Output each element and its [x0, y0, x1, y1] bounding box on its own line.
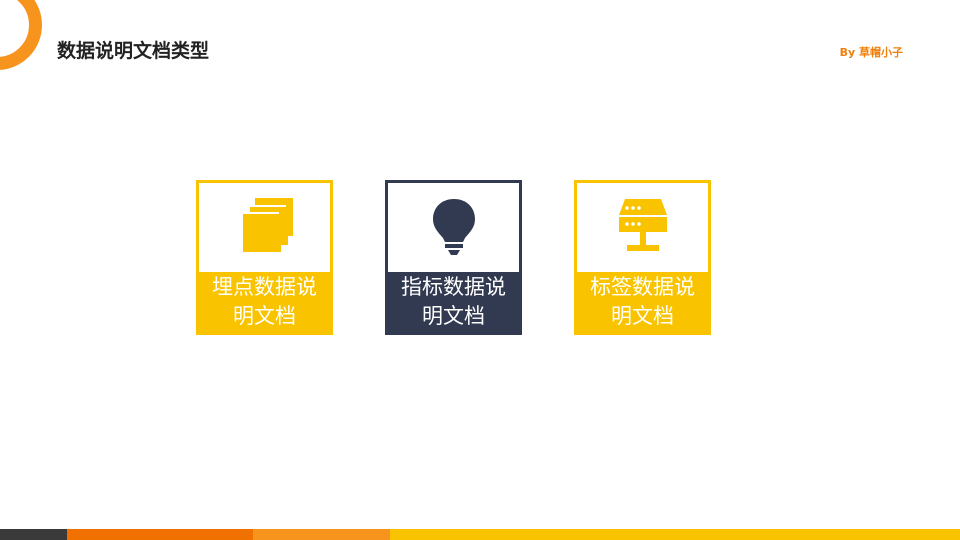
bottom-bar-segment: [0, 529, 67, 540]
bottom-color-bar: [0, 529, 960, 540]
bottom-bar-segment: [253, 529, 390, 540]
card-label: 标签数据说明文档: [577, 272, 708, 332]
lightbulb-icon: [429, 195, 479, 261]
bottom-bar-segment: [67, 529, 253, 540]
server-network-icon: [615, 195, 671, 261]
card-tracking-doc[interactable]: 埋点数据说明文档: [196, 180, 333, 335]
card-label: 指标数据说明文档: [388, 272, 519, 332]
corner-ring-decoration: [0, 0, 42, 70]
bottom-bar-segment: [390, 529, 960, 540]
page-title: 数据说明文档类型: [57, 40, 210, 62]
card-metric-doc[interactable]: 指标数据说明文档: [385, 180, 522, 335]
stacked-layers-icon: [235, 196, 295, 260]
card-label: 埋点数据说明文档: [199, 272, 330, 332]
card-tag-doc[interactable]: 标签数据说明文档: [574, 180, 711, 335]
author-byline: By 草帽小子: [839, 46, 903, 59]
